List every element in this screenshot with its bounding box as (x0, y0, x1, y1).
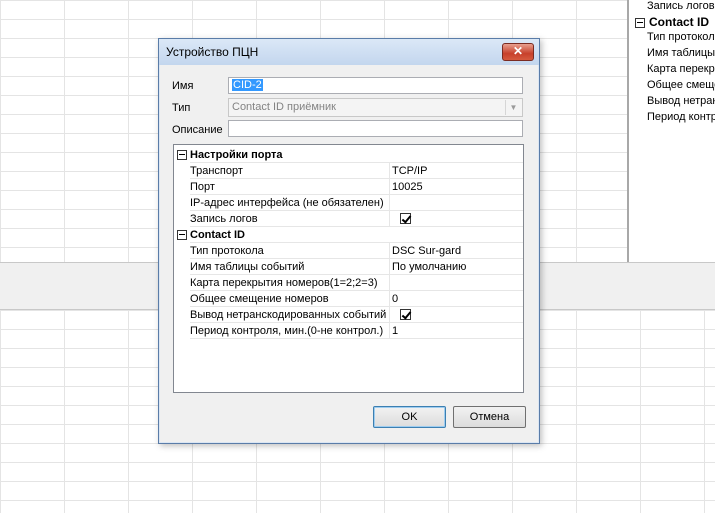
property-value[interactable]: По умолчанию (390, 259, 523, 275)
name-field-value: CID-2 (232, 79, 263, 91)
property-row[interactable]: Карта перекрытия номеров(1=2;2=3) (174, 275, 523, 291)
checkbox-checked-icon[interactable] (400, 309, 411, 320)
device-dialog: Устройство ПЦН ✕ Имя CID-2 Тип Contact I… (158, 38, 540, 444)
property-name: Общее смещение номеров (190, 291, 390, 307)
property-row[interactable]: IP-адрес интерфейса (не обязателен) (174, 195, 523, 211)
name-field[interactable]: CID-2 (228, 77, 523, 94)
property-name: IP-адрес интерфейса (не обязателен) (190, 195, 390, 211)
property-value[interactable] (390, 195, 523, 211)
dialog-title: Устройство ПЦН (166, 45, 259, 59)
dialog-client-area: Имя CID-2 Тип Contact ID приёмник ▼ Опис… (166, 66, 531, 435)
background-row-label: Общее смеще (647, 79, 715, 91)
property-name: Порт (190, 179, 390, 195)
property-name: Запись логов (190, 211, 390, 227)
collapse-icon[interactable] (177, 230, 187, 240)
checkbox-checked-icon[interactable] (400, 213, 411, 224)
property-value[interactable] (390, 275, 523, 291)
property-value[interactable] (390, 211, 523, 227)
background-property-row: Запись логов (647, 0, 715, 12)
property-name: Имя таблицы событий (190, 259, 390, 275)
background-row-label: Карта перекр (647, 63, 715, 75)
dialog-titlebar[interactable]: Устройство ПЦН ✕ (159, 39, 539, 65)
property-category[interactable]: Настройки порта (174, 147, 523, 163)
property-name: Карта перекрытия номеров(1=2;2=3) (190, 275, 390, 291)
property-category-title: Настройки порта (190, 147, 523, 163)
collapse-icon[interactable] (177, 150, 187, 160)
background-row-label: Период контр (647, 111, 715, 123)
property-name: Транспорт (190, 163, 390, 179)
property-row[interactable]: Имя таблицы событий По умолчанию (174, 259, 523, 275)
property-value[interactable]: DSC Sur-gard (390, 243, 523, 259)
property-value[interactable]: TCP/IP (390, 163, 523, 179)
property-row[interactable]: Порт 10025 (174, 179, 523, 195)
background-group-header: Contact ID (635, 15, 709, 29)
description-field[interactable] (228, 120, 523, 137)
type-select[interactable]: Contact ID приёмник ▼ (228, 98, 523, 117)
type-label: Тип (172, 102, 191, 114)
name-label: Имя (172, 80, 194, 92)
property-name: Тип протокола (190, 243, 390, 259)
description-label: Описание (172, 124, 223, 136)
close-button[interactable]: ✕ (502, 43, 534, 61)
property-row[interactable]: Запись логов (174, 211, 523, 227)
background-row-label: Вывод нетран (647, 95, 715, 107)
property-name: Период контроля, мин.(0-не контрол.) (190, 323, 390, 339)
background-property-row: Период контр (647, 111, 715, 123)
property-value[interactable]: 0 (390, 291, 523, 307)
property-row[interactable]: Период контроля, мин.(0-не контрол.) 1 (174, 323, 523, 339)
property-value[interactable] (390, 307, 523, 323)
type-select-value: Contact ID приёмник (232, 101, 336, 113)
property-row[interactable]: Тип протокола DSC Sur-gard (174, 243, 523, 259)
close-icon: ✕ (512, 44, 524, 58)
property-value[interactable]: 1 (390, 323, 523, 339)
property-name: Вывод нетранскодированных событий (190, 307, 390, 323)
chevron-down-icon: ▼ (505, 100, 521, 115)
background-property-row: Общее смеще (647, 79, 715, 91)
background-property-panel: Запись логов Contact ID Тип протокола Имя т… (627, 0, 715, 262)
property-value[interactable]: 10025 (390, 179, 523, 195)
property-category[interactable]: Contact ID (174, 227, 523, 243)
background-row-label: Contact ID (649, 15, 709, 29)
background-row-label: Тип протокола (647, 31, 715, 43)
background-property-row: Вывод нетран (647, 95, 715, 107)
property-row[interactable]: Транспорт TCP/IP (174, 163, 523, 179)
property-category-title: Contact ID (190, 227, 523, 243)
background-property-row: Тип протокола (647, 31, 715, 43)
background-property-row: Имя таблицы (647, 47, 715, 59)
property-row[interactable]: Вывод нетранскодированных событий (174, 307, 523, 323)
background-row-label: Имя таблицы (647, 47, 715, 59)
collapse-icon (635, 17, 645, 28)
background-row-label: Запись логов (647, 0, 715, 12)
background-property-row: Карта перекр (647, 63, 715, 75)
cancel-button[interactable]: Отмена (453, 406, 526, 428)
property-grid[interactable]: Настройки порта Транспорт TCP/IP Порт 10025 I… (173, 144, 524, 393)
property-row[interactable]: Общее смещение номеров 0 (174, 291, 523, 307)
ok-button[interactable]: OK (373, 406, 446, 428)
